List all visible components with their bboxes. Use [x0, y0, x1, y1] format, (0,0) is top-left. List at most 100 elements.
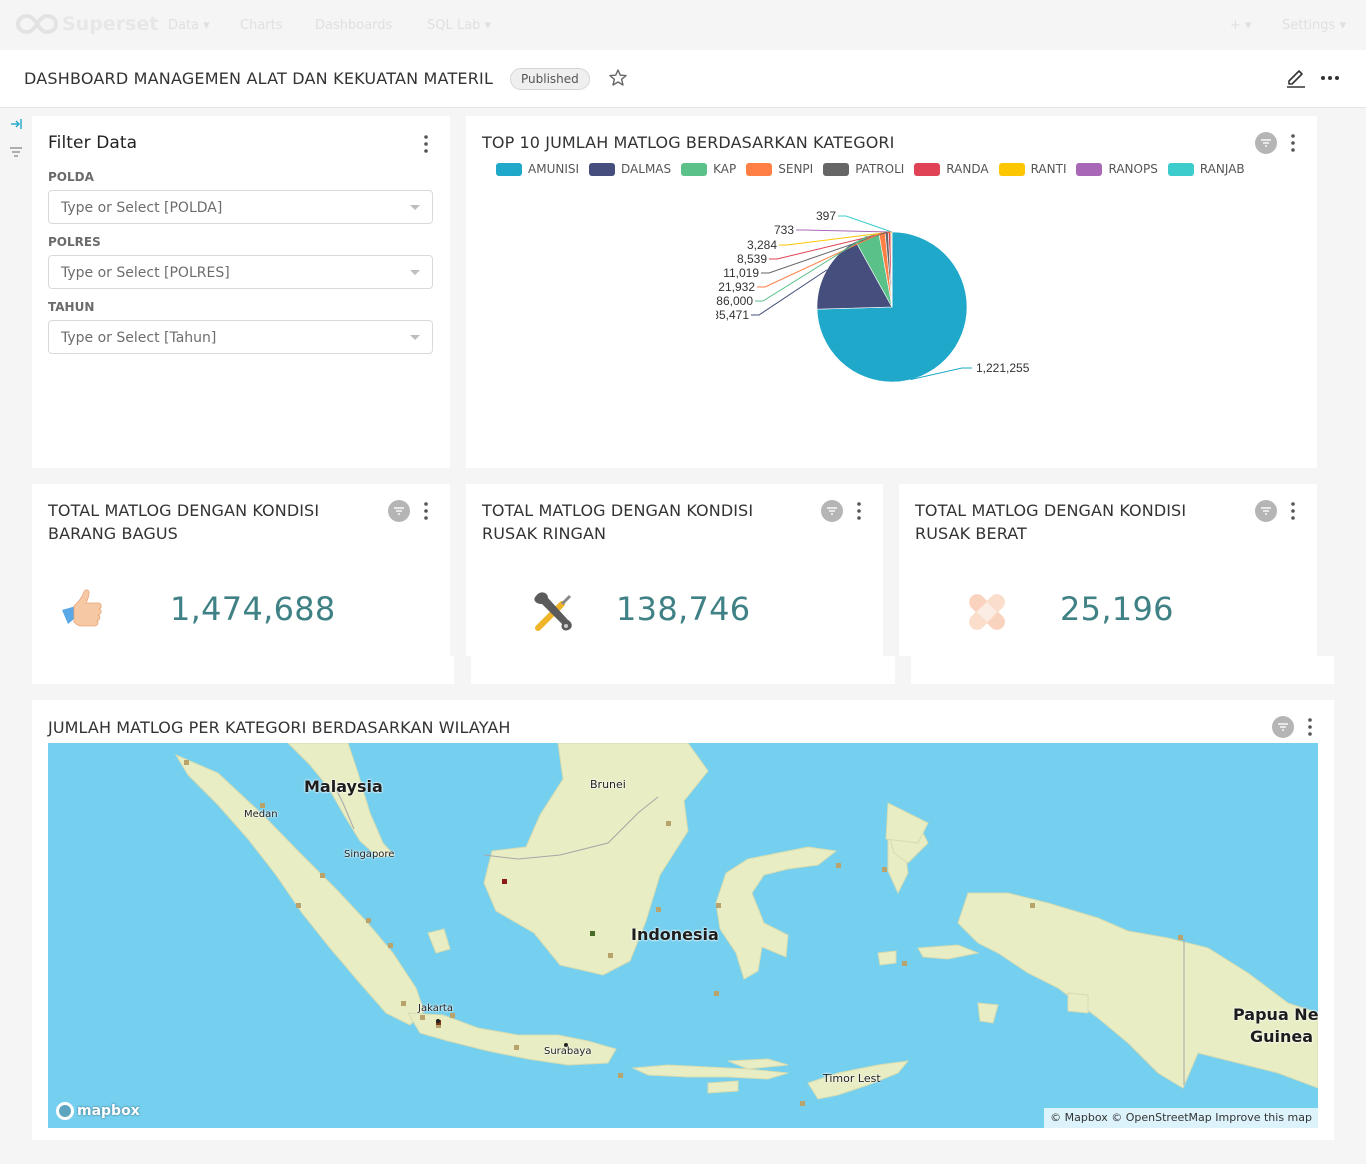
chart-filter-badge[interactable] [1255, 500, 1277, 522]
pie-label-line [796, 229, 892, 233]
region-marker [902, 961, 907, 966]
mapbox-logo[interactable]: mapbox [56, 1102, 140, 1120]
region-marker [800, 1101, 805, 1106]
nav-sql-lab[interactable]: SQL Lab ▾ [427, 18, 491, 33]
tahun-label: TAHUN [48, 300, 95, 314]
chart-filter-badge[interactable] [388, 500, 410, 522]
legend-item-amunisi[interactable]: AMUNISI [496, 162, 579, 176]
polres-label: POLRES [48, 235, 101, 249]
seram-island [917, 944, 980, 960]
tools-icon [534, 592, 572, 631]
legend-item-ranti[interactable]: RANTI [998, 162, 1066, 176]
filter-icon [394, 507, 404, 515]
dashboard-title[interactable]: DASHBOARD MANAGEMEN ALAT DAN KEKUATAN MA… [24, 69, 493, 88]
chevron-down-icon [410, 205, 420, 210]
city-dot [436, 1019, 440, 1023]
region-marker [184, 760, 189, 765]
more-options-icon[interactable] [1320, 68, 1340, 88]
region-marker [666, 821, 671, 826]
region-marker [618, 1073, 623, 1078]
pie-label-line [751, 269, 828, 316]
polda-select[interactable]: Type or Select [POLDA] [48, 190, 433, 224]
brand[interactable]: Superset [16, 12, 158, 36]
legend-item-kap[interactable]: KAP [681, 162, 736, 176]
card-footer [32, 656, 454, 684]
legend-label: SENPI [778, 162, 814, 176]
kpi-card-menu-icon[interactable] [1288, 501, 1298, 521]
kpi-value: 1,474,688 [170, 590, 336, 628]
region-marker [716, 903, 721, 908]
kpi-title-line1: TOTAL MATLOG DENGAN KONDISI [48, 501, 320, 520]
nav-settings[interactable]: Settings ▾ [1282, 18, 1346, 33]
chart-filter-badge[interactable] [821, 500, 843, 522]
region-marker [388, 943, 393, 948]
legend-item-patroli[interactable]: PATROLI [823, 162, 904, 176]
legend-swatch [496, 162, 522, 176]
kpi-title-line1: TOTAL MATLOG DENGAN KONDISI [482, 501, 754, 520]
map-card-menu-icon[interactable] [1305, 717, 1315, 737]
kpi-value: 25,196 [1060, 590, 1174, 628]
papua-island [957, 892, 1318, 1089]
pie-value-label-senpi: 21,932 [718, 280, 755, 294]
chart-filter-badge[interactable] [1255, 132, 1277, 154]
legend-label: KAP [713, 162, 737, 176]
nav-dashboards[interactable]: Dashboards [315, 18, 392, 33]
map-label-jakarta: Jakarta [418, 1003, 453, 1014]
legend-item-dalmas[interactable]: DALMAS [589, 162, 671, 176]
nav-plus-menu[interactable]: + ▾ [1230, 18, 1252, 33]
pie-value-label-ranjab: 397 [816, 209, 836, 223]
filter-card: Filter Data POLDA Type or Select [POLDA]… [32, 116, 450, 468]
pie-value-label-kap: 86,000 [716, 294, 753, 308]
legend-label: RANOPS [1108, 162, 1158, 176]
polres-placeholder: Type or Select [POLRES] [61, 265, 230, 281]
buru-island [877, 950, 897, 966]
edit-icon[interactable] [1285, 66, 1307, 88]
region-marker [590, 931, 595, 936]
map-label-brunei: Brunei [590, 778, 626, 791]
legend-item-ranjab[interactable]: RANJAB [1167, 162, 1245, 176]
legend-label: AMUNISI [528, 162, 580, 176]
legend-swatch [914, 162, 941, 176]
filter-card-menu-icon[interactable] [421, 134, 431, 154]
thumbs-up-icon [62, 589, 102, 627]
pie-value-label-ranops: 733 [774, 223, 794, 237]
map-attribution[interactable]: © Mapbox © OpenStreetMap Improve this ma… [1044, 1108, 1318, 1128]
map-canvas[interactable]: Malaysia Brunei Medan Singapore Indonesi… [48, 743, 1318, 1128]
published-badge[interactable]: Published [510, 68, 590, 90]
legend-swatch [998, 162, 1025, 176]
filter-icon [1278, 723, 1288, 731]
region-marker [1030, 903, 1035, 908]
legend-item-randa[interactable]: RANDA [914, 162, 989, 176]
tahun-select[interactable]: Type or Select [Tahun] [48, 320, 433, 354]
region-marker [502, 879, 507, 884]
kpi-title-line2: BARANG BAGUS [48, 524, 178, 543]
pie-value-label-ranti: 3,284 [747, 238, 777, 252]
expand-filters-icon[interactable] [8, 116, 24, 132]
region-marker [260, 803, 265, 808]
region-marker [401, 1001, 406, 1006]
pie-chart[interactable]: 397 7333,2848,53911,01921,93286,000285,47… [716, 206, 1076, 396]
sulawesi-island [715, 846, 838, 980]
superset-logo-icon [16, 13, 58, 35]
legend-label: DALMAS [621, 162, 672, 176]
region-marker [1178, 935, 1183, 940]
star-icon[interactable] [608, 68, 628, 88]
sumatra-island [174, 753, 425, 1026]
nav-charts[interactable]: Charts [240, 18, 283, 33]
map-label-papua-1: Papua New [1233, 1005, 1318, 1024]
polres-select[interactable]: Type or Select [POLRES] [48, 255, 433, 289]
map-card: JUMLAH MATLOG PER KATEGORI BERDASARKAN W… [32, 700, 1334, 1140]
kpi-card-menu-icon[interactable] [421, 501, 431, 521]
filter-icon [1261, 139, 1271, 147]
filter-icon[interactable] [8, 144, 24, 160]
pie-card-menu-icon[interactable] [1288, 133, 1298, 153]
legend-item-senpi[interactable]: SENPI [746, 162, 813, 176]
legend-swatch [823, 162, 850, 176]
kpi-card-menu-icon[interactable] [854, 501, 864, 521]
pie-value-label-patroli: 11,019 [723, 266, 759, 280]
chart-filter-badge[interactable] [1272, 716, 1294, 738]
nav-data[interactable]: Data ▾ [168, 18, 210, 33]
top-navbar: Superset Data ▾ Charts Dashboards SQL La… [0, 0, 1366, 50]
legend-item-ranops[interactable]: RANOPS [1076, 162, 1158, 176]
filter-icon [827, 507, 837, 515]
